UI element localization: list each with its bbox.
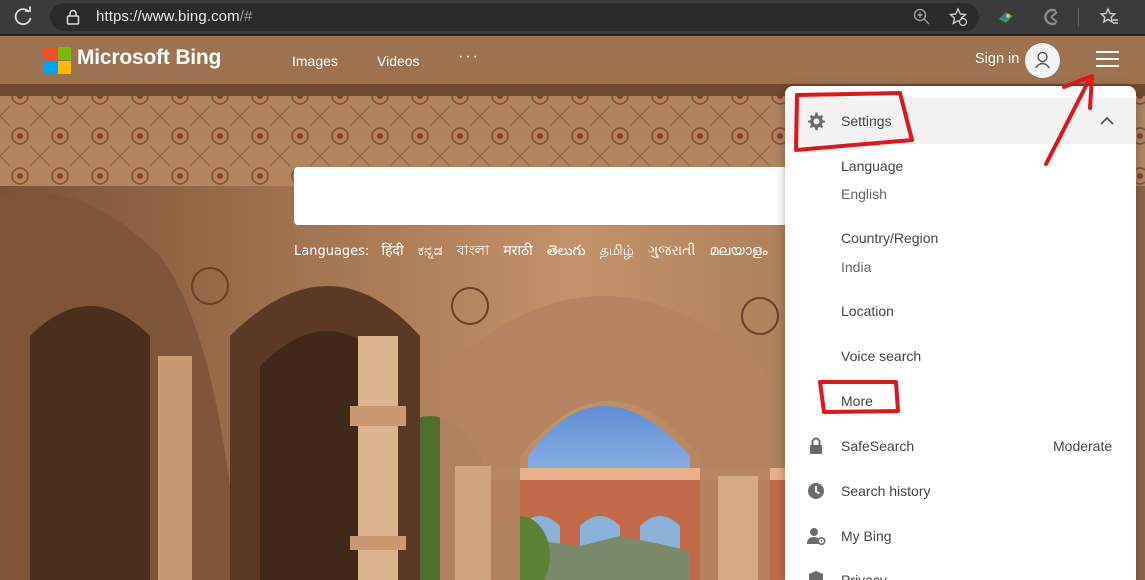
brand-name[interactable]: Microsoft Bing xyxy=(77,46,221,70)
search-input[interactable] xyxy=(294,167,794,225)
country-region-setting[interactable]: Country/Region xyxy=(841,230,938,246)
browser-toolbar: https://www.bing.com/# xyxy=(0,0,1145,35)
history-clock-icon xyxy=(808,483,824,499)
settings-header-row[interactable]: Settings xyxy=(785,98,1136,144)
language-link[interactable]: मराठी xyxy=(503,243,532,259)
address-bar[interactable]: https://www.bing.com/# xyxy=(50,3,979,31)
url-host: https://www.bing.com xyxy=(96,8,240,25)
nav-more-button[interactable]: ··· xyxy=(458,48,480,66)
lock-icon[interactable] xyxy=(66,9,80,25)
url-fragment: /# xyxy=(239,8,253,25)
more-settings-link[interactable]: More xyxy=(841,393,873,409)
language-link[interactable]: ગુજરાતી xyxy=(648,243,695,259)
url-text: https://www.bing.com/# xyxy=(96,8,252,25)
chevron-up-icon[interactable] xyxy=(1097,111,1117,131)
lock-icon xyxy=(810,437,822,454)
nav-videos[interactable]: Videos xyxy=(377,53,420,69)
user-icon xyxy=(1034,51,1051,69)
extension-icon[interactable] xyxy=(996,7,1016,27)
language-link[interactable]: മലയാളം xyxy=(710,243,768,259)
extension-icon-2[interactable] xyxy=(1042,7,1062,27)
settings-menu-panel: Settings Language English Country/Region… xyxy=(785,86,1136,580)
microsoft-logo[interactable] xyxy=(44,47,71,74)
safesearch-value: Moderate xyxy=(1053,438,1113,454)
voice-search-setting[interactable]: Voice search xyxy=(841,348,921,364)
language-link[interactable]: ಕನ್ನಡ xyxy=(418,243,443,259)
gear-icon xyxy=(808,112,825,131)
sign-in-link[interactable]: Sign in xyxy=(975,51,1019,67)
country-region-value: India xyxy=(841,259,872,275)
my-bing-link[interactable]: My Bing xyxy=(841,528,892,544)
language-link[interactable]: தமிழ் xyxy=(600,243,634,259)
safesearch-setting[interactable]: SafeSearch xyxy=(841,438,914,454)
favorite-add-icon[interactable] xyxy=(948,7,968,27)
settings-label: Settings xyxy=(841,113,892,129)
languages-label: Languages: xyxy=(294,244,370,259)
language-link[interactable]: తెలుగు xyxy=(547,243,586,259)
location-setting[interactable]: Location xyxy=(841,303,894,319)
avatar[interactable] xyxy=(1025,43,1060,78)
refresh-icon[interactable] xyxy=(12,6,34,28)
person-settings-icon xyxy=(807,528,826,546)
language-link[interactable]: বাংলা xyxy=(457,243,489,259)
language-setting[interactable]: Language xyxy=(841,158,903,174)
toolbar-divider xyxy=(1078,8,1079,26)
nav-images[interactable]: Images xyxy=(292,53,338,69)
languages-row: Languages: हिंदी ಕನ್ನಡ বাংলা मराठी తెలుగ… xyxy=(294,239,778,263)
privacy-link[interactable]: Privacy xyxy=(841,572,887,580)
hamburger-menu-icon[interactable] xyxy=(1096,51,1120,69)
search-history-link[interactable]: Search history xyxy=(841,483,930,499)
favorites-icon[interactable] xyxy=(1099,7,1119,27)
zoom-icon[interactable] xyxy=(912,7,932,27)
language-value: English xyxy=(841,186,887,202)
privacy-shield-icon xyxy=(809,571,823,580)
language-link[interactable]: हिंदी xyxy=(381,243,403,259)
